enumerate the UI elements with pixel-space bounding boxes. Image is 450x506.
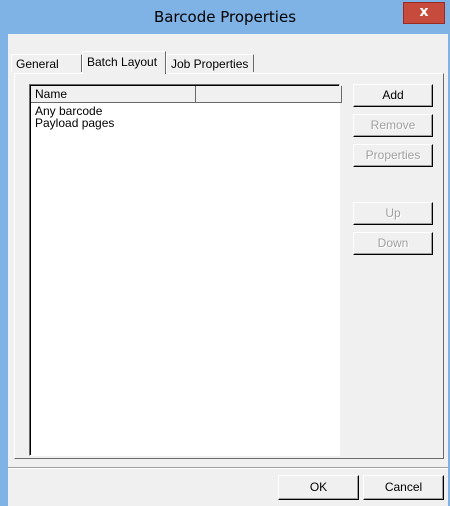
remove-button[interactable]: Remove: [353, 114, 433, 137]
properties-button[interactable]: Properties: [353, 144, 433, 167]
close-icon: x: [419, 4, 429, 20]
dialog-client-area: General Batch Layout Job Properties Name…: [8, 34, 448, 506]
list-header: Name: [31, 86, 342, 104]
tab-job-properties[interactable]: Job Properties: [166, 54, 254, 72]
cancel-button[interactable]: Cancel: [363, 475, 444, 500]
footer-divider: [8, 467, 448, 469]
dialog-window: Barcode Properties x General Batch Layou…: [0, 0, 450, 506]
column-header-blank[interactable]: [196, 86, 342, 103]
barcode-list[interactable]: Name Any barcode Payload pages: [29, 84, 342, 456]
tab-batch-layout[interactable]: Batch Layout: [82, 51, 166, 74]
column-header-name[interactable]: Name: [31, 86, 196, 103]
tab-general[interactable]: General: [11, 54, 82, 72]
title-bar[interactable]: Barcode Properties x: [0, 0, 450, 34]
dialog-title: Barcode Properties: [153, 8, 297, 26]
close-button[interactable]: x: [403, 2, 445, 24]
up-button[interactable]: Up: [353, 202, 433, 225]
tab-strip: General Batch Layout Job Properties: [8, 51, 448, 74]
add-button[interactable]: Add: [353, 84, 433, 107]
list-item[interactable]: Payload pages: [35, 117, 114, 130]
ok-button[interactable]: OK: [278, 475, 359, 500]
list-frame: Name Any barcode Payload pages: [30, 85, 342, 455]
down-button[interactable]: Down: [353, 232, 433, 255]
